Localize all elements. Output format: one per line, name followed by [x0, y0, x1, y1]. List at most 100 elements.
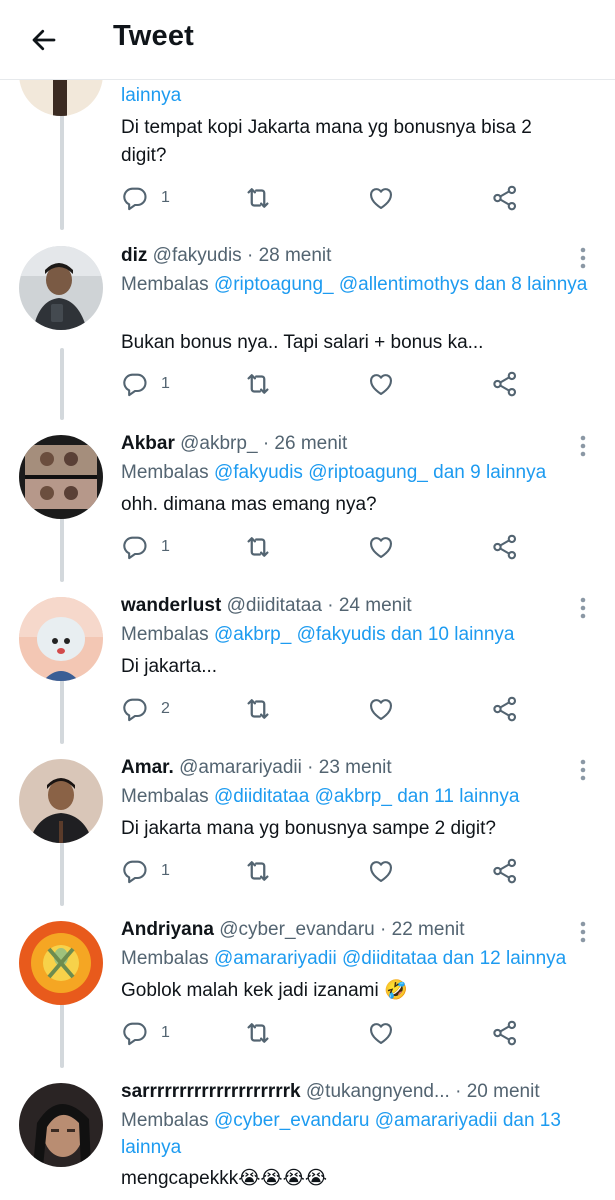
reply-count: 1 — [161, 1024, 170, 1041]
share-button[interactable] — [490, 855, 520, 887]
replying-to: Membalas @akbrp_ @fakyudis dan 10 lainny… — [121, 624, 515, 645]
heart-icon — [370, 374, 392, 395]
mention-link[interactable]: @allentimothys — [339, 274, 469, 295]
separator-dot: · — [246, 245, 254, 266]
avatar[interactable] — [19, 921, 103, 1005]
heart-icon — [370, 861, 392, 882]
user-handle[interactable]: @tukangnyend... — [306, 1081, 450, 1102]
heart-icon — [370, 1023, 392, 1044]
like-button[interactable] — [367, 693, 395, 725]
share-button[interactable] — [490, 693, 520, 725]
others-link[interactable]: dan 12 lainnya — [443, 948, 567, 969]
retweet-button[interactable] — [243, 182, 273, 214]
reply-button[interactable]: 1 — [121, 531, 170, 563]
separator-dot: · — [262, 433, 270, 454]
top-app-bar: Tweet — [0, 0, 615, 80]
share-button[interactable] — [490, 182, 520, 214]
retweet-button[interactable] — [243, 855, 273, 887]
avatar[interactable] — [19, 597, 103, 681]
mention-link[interactable]: @akbrp_ — [214, 624, 291, 645]
timestamp[interactable]: 20 menit — [467, 1081, 540, 1102]
display-name[interactable]: wanderlust — [121, 595, 221, 616]
separator-dot: · — [380, 919, 387, 940]
mention-link[interactable]: @cyber_evandaru — [214, 1110, 370, 1131]
reply-button[interactable]: 1 — [121, 182, 170, 214]
mention-link[interactable]: @diiditataa — [342, 948, 437, 969]
user-handle[interactable]: @amarariyadii — [179, 757, 302, 778]
separator-dot: · — [455, 1081, 462, 1102]
like-button[interactable] — [367, 182, 395, 214]
mention-link[interactable]: @fakyudis — [297, 624, 386, 645]
tweet-actions: 1 — [0, 182, 615, 214]
more-vertical-icon[interactable] — [573, 245, 593, 271]
timestamp[interactable]: 26 menit — [274, 433, 347, 454]
display-name[interactable]: Amar. — [121, 757, 174, 778]
mention-link[interactable]: @diiditataa — [214, 786, 309, 807]
mention-link[interactable]: @amarariyadii — [375, 1110, 498, 1131]
tweet-text: Goblok malah kek jadi izanami 🤣 — [121, 980, 408, 1001]
arrow-left-icon — [32, 29, 56, 51]
reply-button[interactable]: 1 — [121, 855, 170, 887]
mention-link[interactable]: @fakyudis — [214, 462, 303, 483]
more-vertical-icon[interactable] — [573, 433, 593, 459]
display-name[interactable]: Andriyana — [121, 919, 214, 940]
mention-link[interactable]: @riptoagung_ — [308, 462, 428, 483]
reply-icon — [123, 860, 147, 884]
mention-link[interactable]: @akbrp_ — [315, 786, 392, 807]
more-vertical-icon[interactable] — [573, 919, 593, 945]
user-handle[interactable]: @akbrp_ — [180, 433, 257, 454]
retweet-button[interactable] — [243, 1017, 273, 1049]
tweet-actions: 1 — [0, 1017, 615, 1049]
like-button[interactable] — [367, 368, 395, 400]
others-link[interactable]: dan 11 lainnya — [397, 786, 519, 807]
like-button[interactable] — [367, 855, 395, 887]
others-link[interactable]: dan 8 lainnya — [474, 274, 587, 295]
reply-icon — [123, 698, 147, 722]
reply-button[interactable]: 1 — [121, 1017, 170, 1049]
reply-button[interactable]: 2 — [121, 693, 170, 725]
user-handle[interactable]: @fakyudis — [153, 245, 242, 266]
others-link[interactable]: dan 10 lainnya — [391, 624, 515, 645]
share-button[interactable] — [490, 1017, 520, 1049]
tweet-actions: 2 — [0, 693, 615, 725]
avatar[interactable] — [19, 246, 103, 330]
heart-icon — [370, 537, 392, 558]
replying-to: Membalas @diiditataa @akbrp_ dan 11 lain… — [121, 786, 520, 807]
retweet-button[interactable] — [243, 693, 273, 725]
reply-button[interactable]: 1 — [121, 368, 170, 400]
more-vertical-icon[interactable] — [573, 757, 593, 783]
avatar[interactable] — [19, 435, 103, 519]
replying-to: Membalas @cyber_evandaru @amarariyadii d… — [121, 1110, 561, 1158]
user-handle[interactable]: @cyber_evandaru — [219, 919, 375, 940]
share-button[interactable] — [490, 368, 520, 400]
share-icon — [493, 858, 517, 884]
user-handle[interactable]: @diiditataa — [227, 595, 322, 616]
timestamp[interactable]: 24 menit — [339, 595, 412, 616]
reply-count: 2 — [161, 700, 170, 717]
more-vertical-icon[interactable] — [573, 595, 593, 621]
like-button[interactable] — [367, 1017, 395, 1049]
retweet-button[interactable] — [243, 531, 273, 563]
tweet-text: Bukan bonus nya.. Tapi salari + bonus ka… — [121, 332, 484, 353]
avatar[interactable] — [19, 1083, 103, 1167]
share-button[interactable] — [490, 531, 520, 563]
share-icon — [493, 534, 517, 560]
display-name[interactable]: sarrrrrrrrrrrrrrrrrrrrk — [121, 1081, 301, 1102]
reply-count: 1 — [161, 375, 170, 392]
retweet-button[interactable] — [243, 368, 273, 400]
share-icon — [493, 185, 517, 211]
reply-to-tail-link[interactable]: lainnya — [121, 85, 181, 106]
like-button[interactable] — [367, 531, 395, 563]
timestamp[interactable]: 22 menit — [392, 919, 465, 940]
display-name[interactable]: diz — [121, 245, 147, 266]
mention-link[interactable]: @riptoagung_ — [214, 274, 334, 295]
avatar[interactable] — [19, 759, 103, 843]
retweet-icon — [247, 374, 269, 394]
tweet-text: Di jakarta... — [121, 656, 218, 677]
timestamp[interactable]: 28 menit — [259, 245, 332, 266]
back-button[interactable] — [24, 20, 64, 60]
others-link[interactable]: dan 9 lainnya — [433, 462, 546, 483]
mention-link[interactable]: @amarariyadii — [214, 948, 337, 969]
timestamp[interactable]: 23 menit — [319, 757, 392, 778]
display-name[interactable]: Akbar — [121, 433, 175, 454]
